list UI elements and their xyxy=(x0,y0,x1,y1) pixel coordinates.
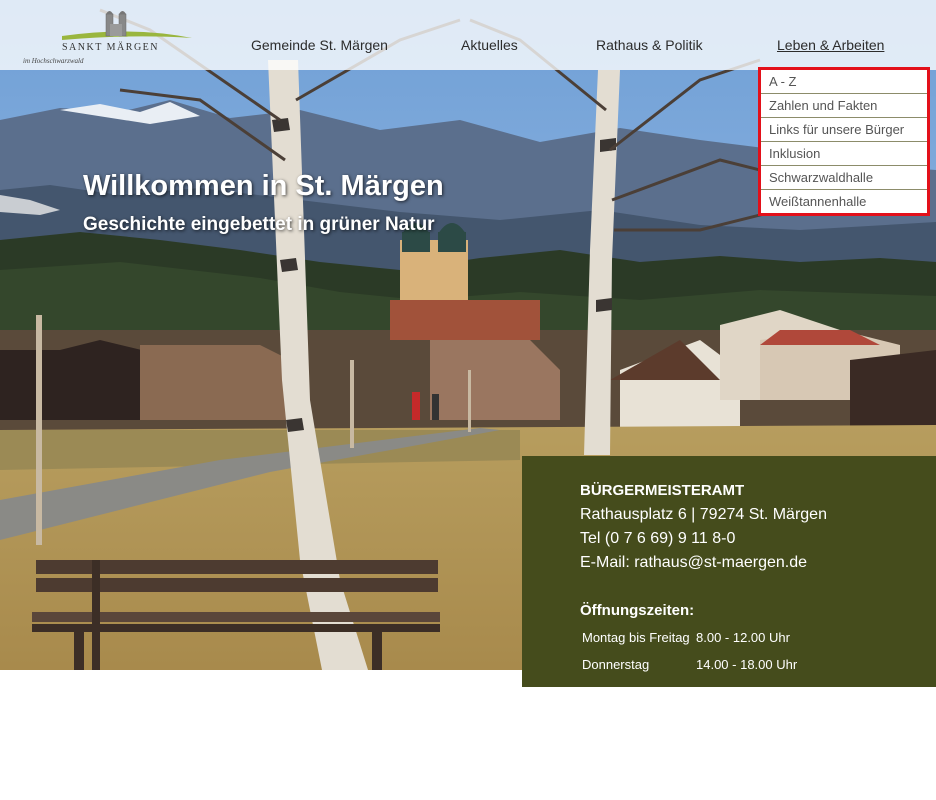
nav-leben-arbeiten[interactable]: Leben & Arbeiten xyxy=(777,37,884,53)
contact-email[interactable]: E-Mail: rathaus@st-maergen.de xyxy=(580,554,807,572)
dropdown-item-inklusion[interactable]: Inklusion xyxy=(761,142,927,166)
hours-time-thursday: 14.00 - 18.00 Uhr xyxy=(696,657,798,672)
dropdown-item-schwarzwaldhalle[interactable]: Schwarzwaldhalle xyxy=(761,166,927,190)
contact-address: Rathausplatz 6 | 79274 St. Märgen xyxy=(580,506,827,523)
dropdown-item-a-z[interactable]: A - Z xyxy=(761,70,927,94)
site-logo[interactable]: SANKT MÄRGEN im Hochschwarzwald xyxy=(22,8,197,68)
nav-dropdown-menu: A - Z Zahlen und Fakten Links für unsere… xyxy=(758,67,930,216)
hours-days-weekdays: Montag bis Freitag xyxy=(582,630,690,645)
nav-rathaus-politik[interactable]: Rathaus & Politik xyxy=(596,37,703,53)
hours-title: Öffnungszeiten: xyxy=(580,602,695,619)
nav-gemeinde[interactable]: Gemeinde St. Märgen xyxy=(251,37,388,53)
hero-title: Willkommen in St. Märgen xyxy=(83,170,444,202)
hours-time-weekdays: 8.00 - 12.00 Uhr xyxy=(696,630,790,645)
contact-box: BÜRGERMEISTERAMT Rathausplatz 6 | 79274 … xyxy=(522,456,936,687)
logo-name: SANKT MÄRGEN xyxy=(62,42,159,53)
dropdown-item-zahlen-fakten[interactable]: Zahlen und Fakten xyxy=(761,94,927,118)
site-header: SANKT MÄRGEN im Hochschwarzwald Gemeinde… xyxy=(0,0,936,70)
hero-subtitle: Geschichte eingebettet in grüner Natur xyxy=(83,214,435,235)
nav-aktuelles[interactable]: Aktuelles xyxy=(461,37,518,53)
hours-days-thursday: Donnerstag xyxy=(582,657,650,672)
dropdown-item-links-buerger[interactable]: Links für unsere Bürger xyxy=(761,118,927,142)
logo-tagline: im Hochschwarzwald xyxy=(23,57,84,65)
contact-phone[interactable]: Tel (0 7 6 69) 9 11 8-0 xyxy=(580,530,735,548)
contact-heading: BÜRGERMEISTERAMT xyxy=(580,482,745,499)
dropdown-item-weisstannenhalle[interactable]: Weißtannenhalle xyxy=(761,190,927,213)
